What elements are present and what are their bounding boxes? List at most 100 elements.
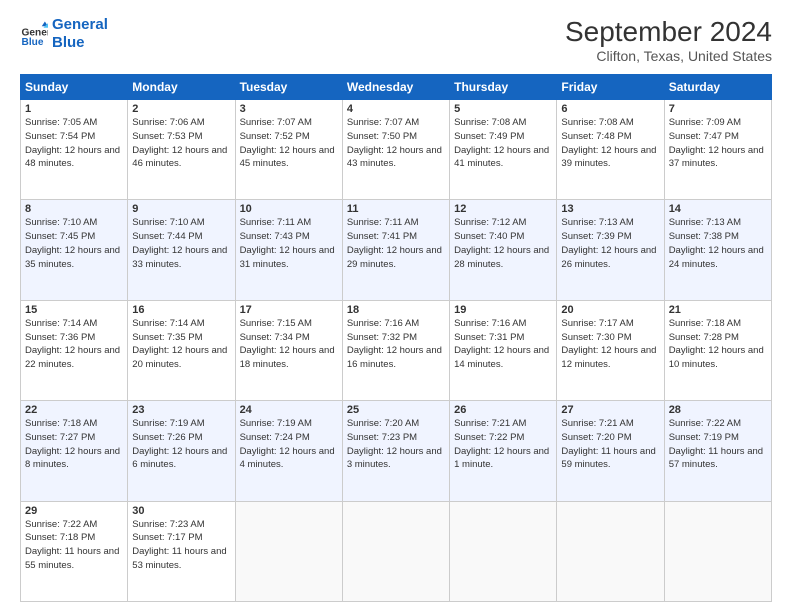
cell-content: Sunrise: 7:08 AMSunset: 7:48 PMDaylight:… — [561, 116, 659, 171]
svg-text:Blue: Blue — [22, 37, 44, 48]
calendar-cell: 22Sunrise: 7:18 AMSunset: 7:27 PMDayligh… — [21, 401, 128, 501]
calendar-cell: 13Sunrise: 7:13 AMSunset: 7:39 PMDayligh… — [557, 200, 664, 300]
col-sunday: Sunday — [21, 75, 128, 100]
cell-content: Sunrise: 7:22 AMSunset: 7:18 PMDaylight:… — [25, 518, 123, 573]
cell-content: Sunrise: 7:13 AMSunset: 7:38 PMDaylight:… — [669, 216, 767, 271]
cell-content: Sunrise: 7:21 AMSunset: 7:22 PMDaylight:… — [454, 417, 552, 472]
col-monday: Monday — [128, 75, 235, 100]
cell-content: Sunrise: 7:17 AMSunset: 7:30 PMDaylight:… — [561, 317, 659, 372]
calendar-cell: 26Sunrise: 7:21 AMSunset: 7:22 PMDayligh… — [450, 401, 557, 501]
calendar-cell: 4Sunrise: 7:07 AMSunset: 7:50 PMDaylight… — [342, 100, 449, 200]
calendar-cell: 24Sunrise: 7:19 AMSunset: 7:24 PMDayligh… — [235, 401, 342, 501]
day-number: 8 — [25, 203, 123, 215]
day-number: 7 — [669, 103, 767, 115]
cell-content: Sunrise: 7:16 AMSunset: 7:31 PMDaylight:… — [454, 317, 552, 372]
day-number: 15 — [25, 304, 123, 316]
calendar-table: Sunday Monday Tuesday Wednesday Thursday… — [20, 74, 772, 602]
day-number: 3 — [240, 103, 338, 115]
cell-content: Sunrise: 7:10 AMSunset: 7:44 PMDaylight:… — [132, 216, 230, 271]
day-number: 5 — [454, 103, 552, 115]
day-number: 9 — [132, 203, 230, 215]
calendar-cell: 10Sunrise: 7:11 AMSunset: 7:43 PMDayligh… — [235, 200, 342, 300]
logo-text-general: General — [52, 16, 108, 34]
day-number: 11 — [347, 203, 445, 215]
calendar-cell: 15Sunrise: 7:14 AMSunset: 7:36 PMDayligh… — [21, 300, 128, 400]
cell-content: Sunrise: 7:18 AMSunset: 7:27 PMDaylight:… — [25, 417, 123, 472]
main-title: September 2024 — [565, 16, 772, 48]
col-wednesday: Wednesday — [342, 75, 449, 100]
calendar-cell: 9Sunrise: 7:10 AMSunset: 7:44 PMDaylight… — [128, 200, 235, 300]
day-number: 23 — [132, 404, 230, 416]
cell-content: Sunrise: 7:09 AMSunset: 7:47 PMDaylight:… — [669, 116, 767, 171]
page: General Blue General Blue September 2024… — [0, 0, 792, 612]
calendar-cell: 20Sunrise: 7:17 AMSunset: 7:30 PMDayligh… — [557, 300, 664, 400]
day-number: 27 — [561, 404, 659, 416]
calendar-cell: 11Sunrise: 7:11 AMSunset: 7:41 PMDayligh… — [342, 200, 449, 300]
calendar-cell: 3Sunrise: 7:07 AMSunset: 7:52 PMDaylight… — [235, 100, 342, 200]
cell-content: Sunrise: 7:10 AMSunset: 7:45 PMDaylight:… — [25, 216, 123, 271]
cell-content: Sunrise: 7:19 AMSunset: 7:24 PMDaylight:… — [240, 417, 338, 472]
cell-content: Sunrise: 7:14 AMSunset: 7:35 PMDaylight:… — [132, 317, 230, 372]
day-number: 26 — [454, 404, 552, 416]
day-number: 25 — [347, 404, 445, 416]
day-number: 18 — [347, 304, 445, 316]
logo: General Blue General Blue — [20, 16, 108, 52]
day-number: 28 — [669, 404, 767, 416]
cell-content: Sunrise: 7:08 AMSunset: 7:49 PMDaylight:… — [454, 116, 552, 171]
cell-content: Sunrise: 7:21 AMSunset: 7:20 PMDaylight:… — [561, 417, 659, 472]
calendar-cell: 29Sunrise: 7:22 AMSunset: 7:18 PMDayligh… — [21, 501, 128, 601]
calendar-cell: 8Sunrise: 7:10 AMSunset: 7:45 PMDaylight… — [21, 200, 128, 300]
calendar-cell: 7Sunrise: 7:09 AMSunset: 7:47 PMDaylight… — [664, 100, 771, 200]
cell-content: Sunrise: 7:12 AMSunset: 7:40 PMDaylight:… — [454, 216, 552, 271]
calendar-cell: 30Sunrise: 7:23 AMSunset: 7:17 PMDayligh… — [128, 501, 235, 601]
calendar-cell — [557, 501, 664, 601]
logo-text-blue: Blue — [52, 34, 108, 52]
cell-content: Sunrise: 7:11 AMSunset: 7:41 PMDaylight:… — [347, 216, 445, 271]
logo-icon: General Blue — [20, 20, 48, 48]
cell-content: Sunrise: 7:06 AMSunset: 7:53 PMDaylight:… — [132, 116, 230, 171]
day-number: 20 — [561, 304, 659, 316]
day-number: 13 — [561, 203, 659, 215]
calendar-cell: 14Sunrise: 7:13 AMSunset: 7:38 PMDayligh… — [664, 200, 771, 300]
calendar-cell: 18Sunrise: 7:16 AMSunset: 7:32 PMDayligh… — [342, 300, 449, 400]
cell-content: Sunrise: 7:07 AMSunset: 7:50 PMDaylight:… — [347, 116, 445, 171]
calendar-cell: 28Sunrise: 7:22 AMSunset: 7:19 PMDayligh… — [664, 401, 771, 501]
calendar-cell: 5Sunrise: 7:08 AMSunset: 7:49 PMDaylight… — [450, 100, 557, 200]
cell-content: Sunrise: 7:13 AMSunset: 7:39 PMDaylight:… — [561, 216, 659, 271]
day-number: 22 — [25, 404, 123, 416]
week-row-1: 1Sunrise: 7:05 AMSunset: 7:54 PMDaylight… — [21, 100, 772, 200]
calendar-cell: 23Sunrise: 7:19 AMSunset: 7:26 PMDayligh… — [128, 401, 235, 501]
calendar-cell: 12Sunrise: 7:12 AMSunset: 7:40 PMDayligh… — [450, 200, 557, 300]
col-thursday: Thursday — [450, 75, 557, 100]
day-number: 16 — [132, 304, 230, 316]
cell-content: Sunrise: 7:05 AMSunset: 7:54 PMDaylight:… — [25, 116, 123, 171]
day-number: 19 — [454, 304, 552, 316]
cell-content: Sunrise: 7:22 AMSunset: 7:19 PMDaylight:… — [669, 417, 767, 472]
col-friday: Friday — [557, 75, 664, 100]
day-number: 24 — [240, 404, 338, 416]
day-number: 2 — [132, 103, 230, 115]
calendar-cell: 1Sunrise: 7:05 AMSunset: 7:54 PMDaylight… — [21, 100, 128, 200]
calendar-cell: 21Sunrise: 7:18 AMSunset: 7:28 PMDayligh… — [664, 300, 771, 400]
week-row-3: 15Sunrise: 7:14 AMSunset: 7:36 PMDayligh… — [21, 300, 772, 400]
day-number: 30 — [132, 505, 230, 517]
day-number: 4 — [347, 103, 445, 115]
col-saturday: Saturday — [664, 75, 771, 100]
week-row-2: 8Sunrise: 7:10 AMSunset: 7:45 PMDaylight… — [21, 200, 772, 300]
day-number: 29 — [25, 505, 123, 517]
calendar-header-row: Sunday Monday Tuesday Wednesday Thursday… — [21, 75, 772, 100]
cell-content: Sunrise: 7:20 AMSunset: 7:23 PMDaylight:… — [347, 417, 445, 472]
day-number: 21 — [669, 304, 767, 316]
day-number: 12 — [454, 203, 552, 215]
calendar-cell: 6Sunrise: 7:08 AMSunset: 7:48 PMDaylight… — [557, 100, 664, 200]
calendar-cell: 2Sunrise: 7:06 AMSunset: 7:53 PMDaylight… — [128, 100, 235, 200]
cell-content: Sunrise: 7:14 AMSunset: 7:36 PMDaylight:… — [25, 317, 123, 372]
calendar-cell: 27Sunrise: 7:21 AMSunset: 7:20 PMDayligh… — [557, 401, 664, 501]
week-row-4: 22Sunrise: 7:18 AMSunset: 7:27 PMDayligh… — [21, 401, 772, 501]
calendar-cell: 16Sunrise: 7:14 AMSunset: 7:35 PMDayligh… — [128, 300, 235, 400]
calendar-cell — [664, 501, 771, 601]
cell-content: Sunrise: 7:11 AMSunset: 7:43 PMDaylight:… — [240, 216, 338, 271]
cell-content: Sunrise: 7:18 AMSunset: 7:28 PMDaylight:… — [669, 317, 767, 372]
calendar-cell — [450, 501, 557, 601]
day-number: 10 — [240, 203, 338, 215]
